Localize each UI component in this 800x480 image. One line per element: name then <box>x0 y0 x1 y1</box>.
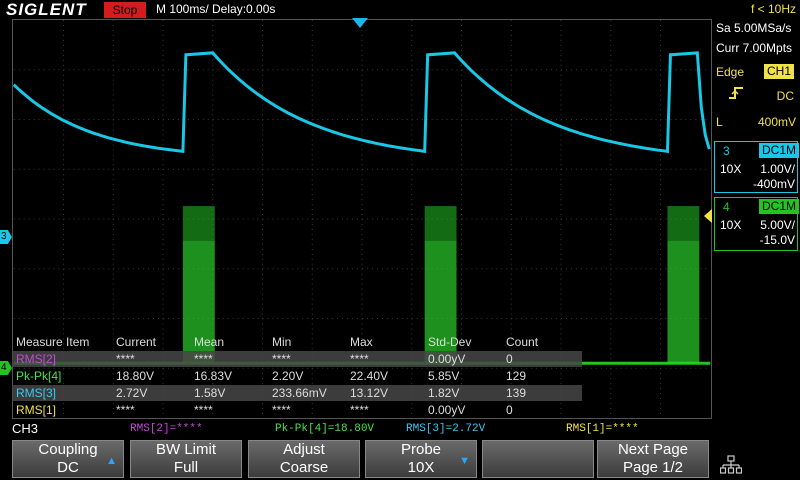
measurement-count: 0 <box>506 403 513 417</box>
measurement-row: RMS[2] **** **** **** **** 0.00yV 0 <box>12 351 582 367</box>
trigger-source: CH1 <box>764 64 795 79</box>
right-info-panel: f < 10Hz Sa 5.00MSa/s Curr 7.00Mpts Edge… <box>704 0 800 418</box>
sample-rate: Sa 5.00MSa/s <box>716 21 792 35</box>
top-bar: SIGLENT Stop M 100ms/ Delay:0.00s <box>0 0 712 20</box>
blank-softkey[interactable] <box>482 440 594 478</box>
ch3-ground-marker[interactable]: 3 <box>0 230 12 244</box>
status-rms2: RMS[2]=**** <box>130 423 203 435</box>
ch4-trigger-level-marker[interactable] <box>704 209 712 223</box>
timebase-readout: M 100ms/ Delay:0.00s <box>156 2 276 16</box>
coupling-softkey[interactable]: Coupling DC ▲ <box>12 440 124 478</box>
measurement-current: **** <box>116 352 135 366</box>
softkey-bar: Coupling DC ▲ BW Limit Full Adjust Coars… <box>0 437 800 480</box>
measurement-item: RMS[2] <box>16 352 57 366</box>
trigger-panel[interactable]: Edge CH1 DC L 400mV <box>712 62 800 134</box>
ch4-info-box[interactable]: 4 DC1M 10X 5.00V/ -15.0V <box>714 197 800 251</box>
ch3-scale: 1.00V/ <box>760 162 795 176</box>
header-std-dev: Std-Dev <box>428 335 472 349</box>
memory-depth: Curr 7.00Mpts <box>716 41 793 55</box>
bw-limit-label: BW Limit <box>156 441 216 458</box>
ch4-marker-label: 4 <box>1 362 7 373</box>
ch4-number: 4 <box>723 200 730 214</box>
next-page-label: Next Page <box>617 441 689 458</box>
measurement-min: 233.66mV <box>272 386 327 400</box>
measurement-current: **** <box>116 403 135 417</box>
measurement-mean: 1.58V <box>194 386 226 400</box>
status-pkpk4: Pk-Pk[4]=18.80V <box>275 423 375 435</box>
ch3-probe: 10X <box>720 162 742 176</box>
ch3-number: 3 <box>723 144 730 158</box>
status-rms3: RMS[3]=2.72V <box>406 423 486 435</box>
ch4-ground-marker[interactable]: 4 <box>0 361 12 375</box>
measurement-max: 22.40V <box>350 369 389 383</box>
ch3-marker-label: 3 <box>1 231 7 242</box>
header-mean: Mean <box>194 335 225 349</box>
measurement-std-dev: 0.00yV <box>428 352 466 366</box>
measurement-min: **** <box>272 403 291 417</box>
trigger-level: 400mV <box>757 115 796 129</box>
measurement-row: Pk-Pk[4] 18.80V 16.83V 2.20V 22.40V 5.85V 129 <box>12 368 582 384</box>
measurement-row: RMS[1] **** **** **** **** 0.00yV 0 <box>12 402 582 418</box>
run-state-badge[interactable]: Stop <box>104 2 146 18</box>
probe-softkey[interactable]: Probe 10X ▼ <box>365 440 477 478</box>
trigger-position-marker[interactable] <box>352 18 368 28</box>
measurement-min: **** <box>272 352 291 366</box>
ch4-probe: 10X <box>720 218 742 232</box>
ch4-offset: -15.0V <box>759 233 795 247</box>
ch4-scale: 5.00V/ <box>760 218 795 232</box>
measurement-mean: 16.83V <box>194 369 233 383</box>
measurement-current: 2.72V <box>116 386 148 400</box>
rising-edge-icon <box>728 86 744 100</box>
header-max: Max <box>350 335 373 349</box>
ch3-info-box[interactable]: 3 DC1M 10X 1.00V/ -400mV <box>714 141 800 193</box>
measurement-item: Pk-Pk[4] <box>16 369 62 383</box>
bw-limit-softkey[interactable]: BW Limit Full <box>130 440 242 478</box>
bw-limit-value: Full <box>173 459 199 476</box>
measurement-header-row: Measure Item Current Mean Min Max Std-De… <box>12 334 582 350</box>
measurement-item: RMS[3] <box>16 386 57 400</box>
measurement-max: 13.12V <box>350 386 389 400</box>
measurement-max: **** <box>350 352 369 366</box>
ch4-mode: DC1M <box>759 199 800 214</box>
measurement-std-dev: 5.85V <box>428 369 460 383</box>
trigger-type: Edge <box>716 65 745 79</box>
measurement-count: 0 <box>506 352 513 366</box>
header-measure-item: Measure Item <box>16 335 90 349</box>
ch4-pulse-overlay <box>667 240 700 364</box>
adjust-softkey[interactable]: Adjust Coarse <box>248 440 360 478</box>
adjust-value: Coarse <box>279 459 329 476</box>
down-arrow-icon: ▼ <box>459 455 470 467</box>
brand-logo: SIGLENT <box>6 0 87 19</box>
measurement-count: 129 <box>506 369 527 383</box>
header-count: Count <box>506 335 539 349</box>
frequency-readout: f < 10Hz <box>750 2 796 16</box>
header-min: Min <box>272 335 292 349</box>
measurement-row: RMS[3] 2.72V 1.58V 233.66mV 13.12V 1.82V 139 <box>12 385 582 401</box>
measurement-count: 139 <box>506 386 527 400</box>
status-bar: CH3 RMS[2]=**** Pk-Pk[4]=18.80V RMS[3]=2… <box>0 420 800 438</box>
measurement-std-dev: 1.82V <box>428 386 460 400</box>
ch3-offset: -400mV <box>752 177 795 191</box>
ch3-mode: DC1M <box>759 143 800 158</box>
active-channel: CH3 <box>12 421 39 436</box>
measurement-mean: **** <box>194 403 213 417</box>
next-page-softkey[interactable]: Next Page Page 1/2 <box>597 440 709 478</box>
measurement-std-dev: 0.00yV <box>428 403 466 417</box>
measurement-mean: **** <box>194 352 213 366</box>
measurement-item: RMS[1] <box>16 403 57 417</box>
measurement-min: 2.20V <box>272 369 304 383</box>
trigger-level-label: L <box>716 115 723 129</box>
adjust-label: Adjust <box>283 441 325 458</box>
ch3-trace <box>13 51 711 154</box>
trigger-coupling: DC <box>776 89 794 103</box>
network-icon[interactable] <box>719 455 743 475</box>
measurement-max: **** <box>350 403 369 417</box>
header-current: Current <box>116 335 157 349</box>
status-rms1: RMS[1]=**** <box>566 423 639 435</box>
page-indicator: Page 1/2 <box>622 459 684 476</box>
measurement-current: 18.80V <box>116 369 155 383</box>
up-arrow-icon: ▲ <box>106 455 117 467</box>
